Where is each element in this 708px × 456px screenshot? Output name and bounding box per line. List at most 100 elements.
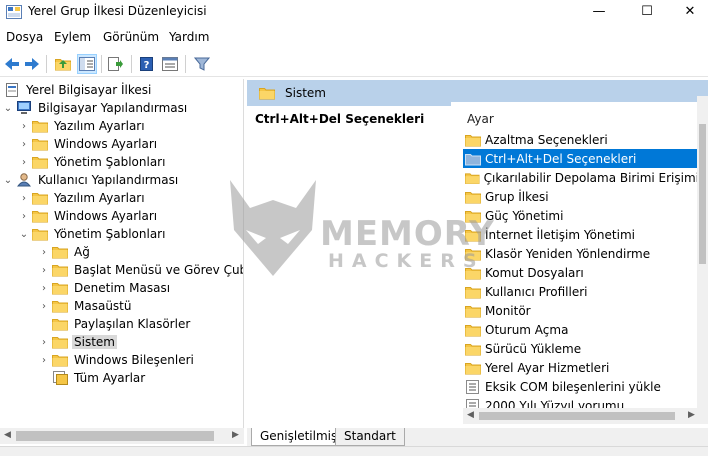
folder-icon xyxy=(465,304,481,318)
list-item-label: Azaltma Seçenekleri xyxy=(485,132,608,147)
chevron-right-icon[interactable]: › xyxy=(38,283,50,294)
list-item-label: Güç Yönetimi xyxy=(485,208,564,223)
folder-icon xyxy=(32,209,48,223)
folder-icon xyxy=(465,171,480,185)
list-item[interactable]: Monitör xyxy=(463,301,699,320)
close-button[interactable]: ✕ xyxy=(672,0,708,24)
menu-file[interactable]: Dosya xyxy=(6,30,43,44)
filter-icon[interactable] xyxy=(192,54,212,74)
list-item[interactable]: Klasör Yeniden Yönlendirme xyxy=(463,244,699,263)
list-item-label: Grup İlkesi xyxy=(485,189,549,204)
tree-item-root[interactable]: Yerel Bilgisayar İlkesi xyxy=(2,81,153,99)
scroll-right-icon[interactable]: ▶ xyxy=(688,410,695,420)
tree-item-cc-software[interactable]: › Yazılım Ayarları xyxy=(18,117,147,135)
scroll-thumb[interactable] xyxy=(479,412,675,420)
tree-horizontal-scrollbar[interactable]: ◀ ▶ xyxy=(0,428,244,444)
chevron-right-icon[interactable]: › xyxy=(38,337,50,348)
scroll-thumb[interactable] xyxy=(16,431,214,441)
list-item[interactable]: Grup İlkesi xyxy=(463,187,699,206)
toolbar: ? xyxy=(0,51,708,77)
minimize-button[interactable]: — xyxy=(576,0,622,24)
help-icon[interactable]: ? xyxy=(137,54,157,74)
tree-item-cc-admin[interactable]: › Yönetim Şablonları xyxy=(18,153,167,171)
list-item[interactable]: Yerel Ayar Hizmetleri xyxy=(463,358,699,377)
menu-action[interactable]: Eylem xyxy=(54,30,91,44)
chevron-right-icon[interactable]: › xyxy=(18,157,30,168)
tree-item-user-config[interactable]: ⌄ Kullanıcı Yapılandırması xyxy=(0,171,180,189)
tree-label: Yerel Bilgisayar İlkesi xyxy=(26,83,152,97)
chevron-right-icon[interactable]: › xyxy=(38,301,50,312)
scroll-right-icon[interactable]: ▶ xyxy=(232,430,239,440)
chevron-down-icon[interactable]: ⌄ xyxy=(18,229,30,240)
chevron-right-icon[interactable]: › xyxy=(18,211,30,222)
list-item[interactable]: Azaltma Seçenekleri xyxy=(463,130,699,149)
menu-view[interactable]: Görünüm xyxy=(103,30,159,44)
gpedit-app-icon xyxy=(6,5,22,19)
chevron-right-icon[interactable]: › xyxy=(18,121,30,132)
tree-item-all-settings[interactable]: Tüm Ayarlar xyxy=(38,369,147,387)
list-item[interactable]: Çıkarılabilir Depolama Birimi Erişimi xyxy=(463,168,699,187)
list-horizontal-scrollbar[interactable]: ◀ ▶ xyxy=(463,408,708,424)
tree-item-control-panel[interactable]: › Denetim Masası xyxy=(38,279,172,297)
maximize-button[interactable]: ☐ xyxy=(624,0,670,24)
tree-item-network[interactable]: › Ağ xyxy=(38,243,92,261)
list-item[interactable]: Eksik COM bileşenlerini yükle xyxy=(463,377,699,396)
folder-icon xyxy=(32,119,48,133)
chevron-down-icon[interactable]: ⌄ xyxy=(2,103,14,114)
list-item[interactable]: Oturum Açma xyxy=(463,320,699,339)
column-header-setting[interactable]: Ayar xyxy=(467,112,494,126)
menu-help[interactable]: Yardım xyxy=(169,30,209,44)
show-hide-tree-icon[interactable] xyxy=(77,54,97,74)
tree-item-uc-windows[interactable]: › Windows Ayarları xyxy=(18,207,159,225)
tree-item-uc-software[interactable]: › Yazılım Ayarları xyxy=(18,189,147,207)
tree-item-cc-windows[interactable]: › Windows Ayarları xyxy=(18,135,159,153)
scroll-thumb[interactable] xyxy=(699,124,706,264)
tree-item-windows-components[interactable]: › Windows Bileşenleri xyxy=(38,351,196,369)
chevron-down-icon[interactable]: ⌄ xyxy=(2,175,14,186)
tab-standard[interactable]: Standart xyxy=(335,428,405,446)
list-item[interactable]: Sürücü Yükleme xyxy=(463,339,699,358)
toolbar-separator xyxy=(101,55,102,73)
tree-label: Ağ xyxy=(74,245,90,259)
folder-icon xyxy=(32,191,48,205)
tree-item-system[interactable]: › Sistem xyxy=(38,333,117,351)
tree-item-desktop[interactable]: › Masaüstü xyxy=(38,297,133,315)
folder-icon xyxy=(465,209,481,223)
folder-icon xyxy=(465,266,481,280)
scroll-left-icon[interactable]: ◀ xyxy=(4,430,11,440)
chevron-right-icon[interactable]: › xyxy=(18,139,30,150)
up-folder-icon[interactable] xyxy=(53,54,73,74)
list-item-label: Oturum Açma xyxy=(485,322,569,337)
tree-item-start-menu[interactable]: › Başlat Menüsü ve Görev Çubuğ xyxy=(38,261,243,279)
list-item[interactable]: İnternet İletişim Yönetimi xyxy=(463,225,699,244)
tree-item-computer-config[interactable]: ⌄ Bilgisayar Yapılandırması xyxy=(0,99,189,117)
setting-icon xyxy=(465,380,481,394)
tab-extended[interactable]: Genişletilmiş xyxy=(251,428,347,446)
tree-label: Windows Ayarları xyxy=(54,209,158,223)
export-list-icon[interactable] xyxy=(106,54,126,74)
tree-item-shared-folders[interactable]: Paylaşılan Klasörler xyxy=(38,315,192,333)
list-item[interactable]: Güç Yönetimi xyxy=(463,206,699,225)
window-title: Yerel Grup İlkesi Düzenleyicisi xyxy=(28,4,207,18)
chevron-right-icon[interactable]: › xyxy=(38,355,50,366)
tree-item-uc-admin[interactable]: ⌄ Yönetim Şablonları xyxy=(18,225,167,243)
properties-icon[interactable] xyxy=(160,54,180,74)
tree-label: Kullanıcı Yapılandırması xyxy=(38,173,179,187)
forward-icon[interactable] xyxy=(22,54,42,74)
status-bar xyxy=(0,446,708,456)
list-item[interactable]: Komut Dosyaları xyxy=(463,263,699,282)
list-item-label: Eksik COM bileşenlerini yükle xyxy=(485,379,661,394)
folder-icon xyxy=(32,155,48,169)
tree-label: Windows Ayarları xyxy=(54,137,158,151)
scroll-left-icon[interactable]: ◀ xyxy=(467,410,474,420)
list-item-selected[interactable]: Ctrl+Alt+Del Seçenekleri xyxy=(463,149,699,168)
list-item[interactable]: Kullanıcı Profilleri xyxy=(463,282,699,301)
back-icon[interactable] xyxy=(2,54,22,74)
toolbar-separator xyxy=(131,55,132,73)
policy-doc-icon xyxy=(6,83,18,97)
chevron-right-icon[interactable]: › xyxy=(38,265,50,276)
folder-icon xyxy=(52,281,68,295)
chevron-right-icon[interactable]: › xyxy=(18,193,30,204)
chevron-right-icon[interactable]: › xyxy=(38,247,50,258)
list-vertical-scrollbar[interactable] xyxy=(697,96,708,408)
